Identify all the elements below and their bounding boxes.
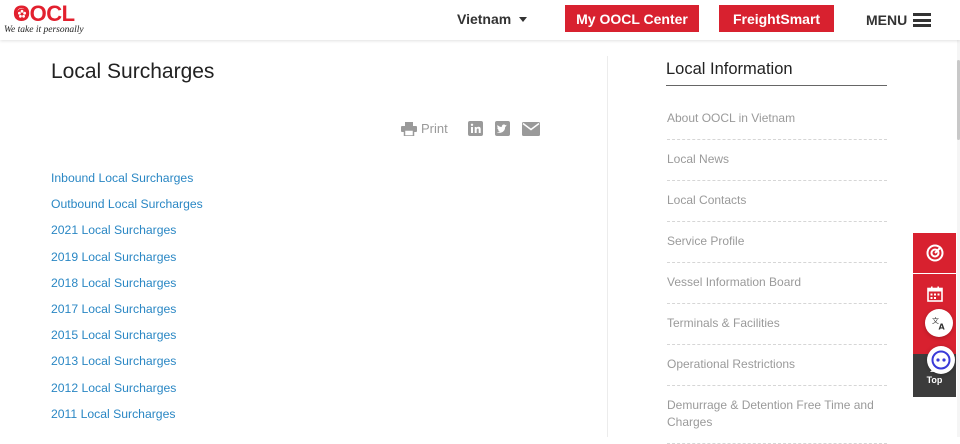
menu-label: MENU [866, 12, 908, 28]
surcharges-2012-link[interactable]: 2012 Local Surcharges [51, 381, 176, 395]
list-item: 2012 Local Surcharges [51, 380, 203, 406]
list-item: 2021 Local Surcharges [51, 222, 203, 248]
list-item: 2013 Local Surcharges [51, 353, 203, 379]
back-to-top-label: Top [926, 375, 943, 385]
surcharges-2019-link[interactable]: 2019 Local Surcharges [51, 250, 176, 264]
sidebar-title-rule [666, 85, 887, 86]
sidebar-item-operational-restrictions[interactable]: Operational Restrictions [667, 345, 887, 386]
list-item: 2019 Local Surcharges [51, 249, 203, 275]
caret-down-icon [519, 16, 528, 22]
sidebar-title: Local Information [666, 60, 793, 78]
linkedin-share-button[interactable] [467, 121, 483, 136]
chat-icon [931, 350, 951, 370]
list-item: 2017 Local Surcharges [51, 301, 203, 327]
menu-button[interactable]: MENU [866, 12, 932, 28]
track-shipment-button[interactable] [913, 233, 956, 273]
sidebar-item-local-news[interactable]: Local News [667, 140, 887, 181]
top-navigation-bar: OOCL We take it personally Vietnam My OO… [0, 0, 960, 40]
surcharges-2013-link[interactable]: 2013 Local Surcharges [51, 354, 176, 368]
list-item: Outbound Local Surcharges [51, 196, 203, 222]
page-title: Local Surcharges [51, 60, 215, 83]
logo-flower-icon [16, 8, 28, 20]
sidebar-item-vessel-board[interactable]: Vessel Information Board [667, 263, 887, 304]
print-button[interactable]: Print [401, 121, 448, 136]
sidebar-item-local-contacts[interactable]: Local Contacts [667, 181, 887, 222]
translate-button[interactable]: 文 A [925, 309, 953, 337]
sidebar-list: About OOCL in Vietnam Local News Local C… [667, 99, 887, 444]
twitter-share-button[interactable] [494, 121, 510, 136]
logo-tagline: We take it personally [4, 25, 84, 35]
surcharges-2015-link[interactable]: 2015 Local Surcharges [51, 328, 176, 342]
oocl-logo[interactable]: OOCL We take it personally [4, 2, 96, 38]
translate-icon: 文 A [932, 316, 946, 332]
surcharges-2011-link[interactable]: 2011 Local Surcharges [51, 407, 175, 421]
country-selector[interactable]: Vietnam [457, 11, 528, 27]
print-label: Print [421, 121, 448, 136]
surcharges-2018-link[interactable]: 2018 Local Surcharges [51, 276, 176, 290]
surcharges-2017-link[interactable]: 2017 Local Surcharges [51, 302, 176, 316]
list-item: 2011 Local Surcharges [51, 406, 203, 432]
list-item: Inbound Local Surcharges [51, 170, 203, 196]
sidebar-item-about[interactable]: About OOCL in Vietnam [667, 99, 887, 140]
hamburger-icon [913, 13, 932, 27]
outbound-local-surcharges-link[interactable]: Outbound Local Surcharges [51, 197, 203, 211]
sidebar-item-demurrage[interactable]: Demurrage & Detention Free Time and Char… [667, 386, 887, 444]
freightsmart-button[interactable]: FreightSmart [719, 5, 834, 32]
schedule-button[interactable] [913, 274, 956, 314]
sidebar-item-terminals[interactable]: Terminals & Facilities [667, 304, 887, 345]
email-share-button[interactable] [521, 121, 540, 136]
twitter-icon [494, 121, 510, 136]
chat-assistant-button[interactable] [927, 346, 955, 374]
svg-text:A: A [939, 323, 946, 332]
my-oocl-center-button[interactable]: My OOCL Center [565, 5, 699, 32]
sidebar-item-service-profile[interactable]: Service Profile [667, 222, 887, 263]
list-item: 2018 Local Surcharges [51, 275, 203, 301]
surcharge-links-list: Inbound Local Surcharges Outbound Local … [51, 170, 203, 432]
email-icon [521, 121, 540, 136]
radar-icon [926, 244, 943, 262]
share-toolbar: Print [401, 121, 540, 136]
linkedin-icon [467, 121, 483, 136]
column-divider [607, 56, 608, 437]
inbound-local-surcharges-link[interactable]: Inbound Local Surcharges [51, 171, 193, 185]
calendar-icon [926, 286, 943, 302]
print-icon [401, 121, 417, 136]
surcharges-2021-link[interactable]: 2021 Local Surcharges [51, 223, 176, 237]
list-item: 2015 Local Surcharges [51, 327, 203, 353]
country-label: Vietnam [457, 11, 512, 27]
